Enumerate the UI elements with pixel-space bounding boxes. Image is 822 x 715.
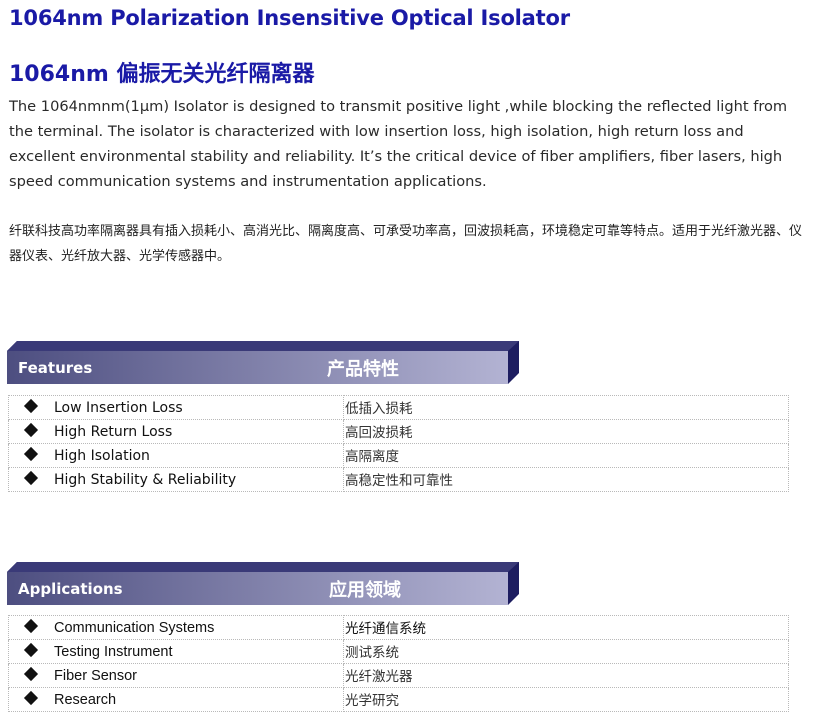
application-label-en: Research: [54, 691, 117, 708]
feature-label-en: High Return Loss: [54, 423, 173, 440]
feature-label-en: High Isolation: [54, 447, 150, 464]
features-table: Low Insertion Loss 低插入损耗 High Return Los…: [8, 395, 789, 492]
diamond-bullet-icon: [23, 643, 39, 658]
application-label-cn: 测试系统: [345, 645, 399, 661]
table-row: High Isolation 高隔离度: [8, 443, 789, 468]
intro-paragraph-en: The 1064nmnm(1μm) Isolator is designed t…: [9, 98, 788, 190]
feature-label-cn: 低插入损耗: [345, 401, 413, 417]
intro-paragraph-cn: 纤联科技高功率隔离器具有插入损耗小、高消光比、隔离度高、可承受功率高，回波损耗高…: [9, 224, 803, 264]
diamond-bullet-icon: [23, 667, 39, 682]
diamond-bullet-icon: [23, 471, 39, 486]
table-row: High Stability & Reliability 高稳定性和可靠性: [8, 467, 789, 492]
feature-label-cn: 高稳定性和可靠性: [345, 473, 453, 489]
applications-header-bar: Applications 应用领域: [7, 561, 519, 605]
application-label-cn: 光纤通信系统: [345, 621, 426, 637]
table-row: Fiber Sensor 光纤激光器: [8, 663, 789, 688]
table-row: Low Insertion Loss 低插入损耗: [8, 395, 789, 420]
diamond-bullet-icon: [23, 691, 39, 706]
applications-header-cn: 应用领域: [329, 580, 401, 601]
application-label-en: Testing Instrument: [54, 643, 173, 660]
table-row: High Return Loss 高回波损耗: [8, 419, 789, 444]
page-title-cn: 1064nm 偏振无关光纤隔离器: [9, 62, 315, 87]
application-label-cn: 光纤激光器: [345, 669, 413, 685]
table-row: Communication Systems 光纤通信系统: [8, 615, 789, 640]
table-row: Testing Instrument 测试系统: [8, 639, 789, 664]
page-title-en: 1064nm Polarization Insensitive Optical …: [9, 6, 570, 30]
diamond-bullet-icon: [23, 423, 39, 438]
features-header-cn: 产品特性: [327, 359, 399, 380]
application-label-en: Communication Systems: [54, 619, 215, 636]
features-header-bar: Features 产品特性: [7, 340, 519, 384]
application-label-cn: 光学研究: [345, 693, 399, 709]
table-row: Research 光学研究: [8, 687, 789, 712]
diamond-bullet-icon: [23, 447, 39, 462]
application-label-en: Fiber Sensor: [54, 667, 138, 684]
feature-label-cn: 高隔离度: [345, 449, 399, 465]
feature-label-cn: 高回波损耗: [345, 425, 413, 441]
features-header-en: Features: [18, 359, 93, 377]
feature-label-en: High Stability & Reliability: [54, 471, 237, 488]
diamond-bullet-icon: [23, 399, 39, 414]
applications-table: Communication Systems 光纤通信系统 Testing Ins…: [8, 615, 789, 712]
diamond-bullet-icon: [23, 619, 39, 634]
applications-header-en: Applications: [18, 580, 123, 598]
feature-label-en: Low Insertion Loss: [54, 399, 183, 416]
